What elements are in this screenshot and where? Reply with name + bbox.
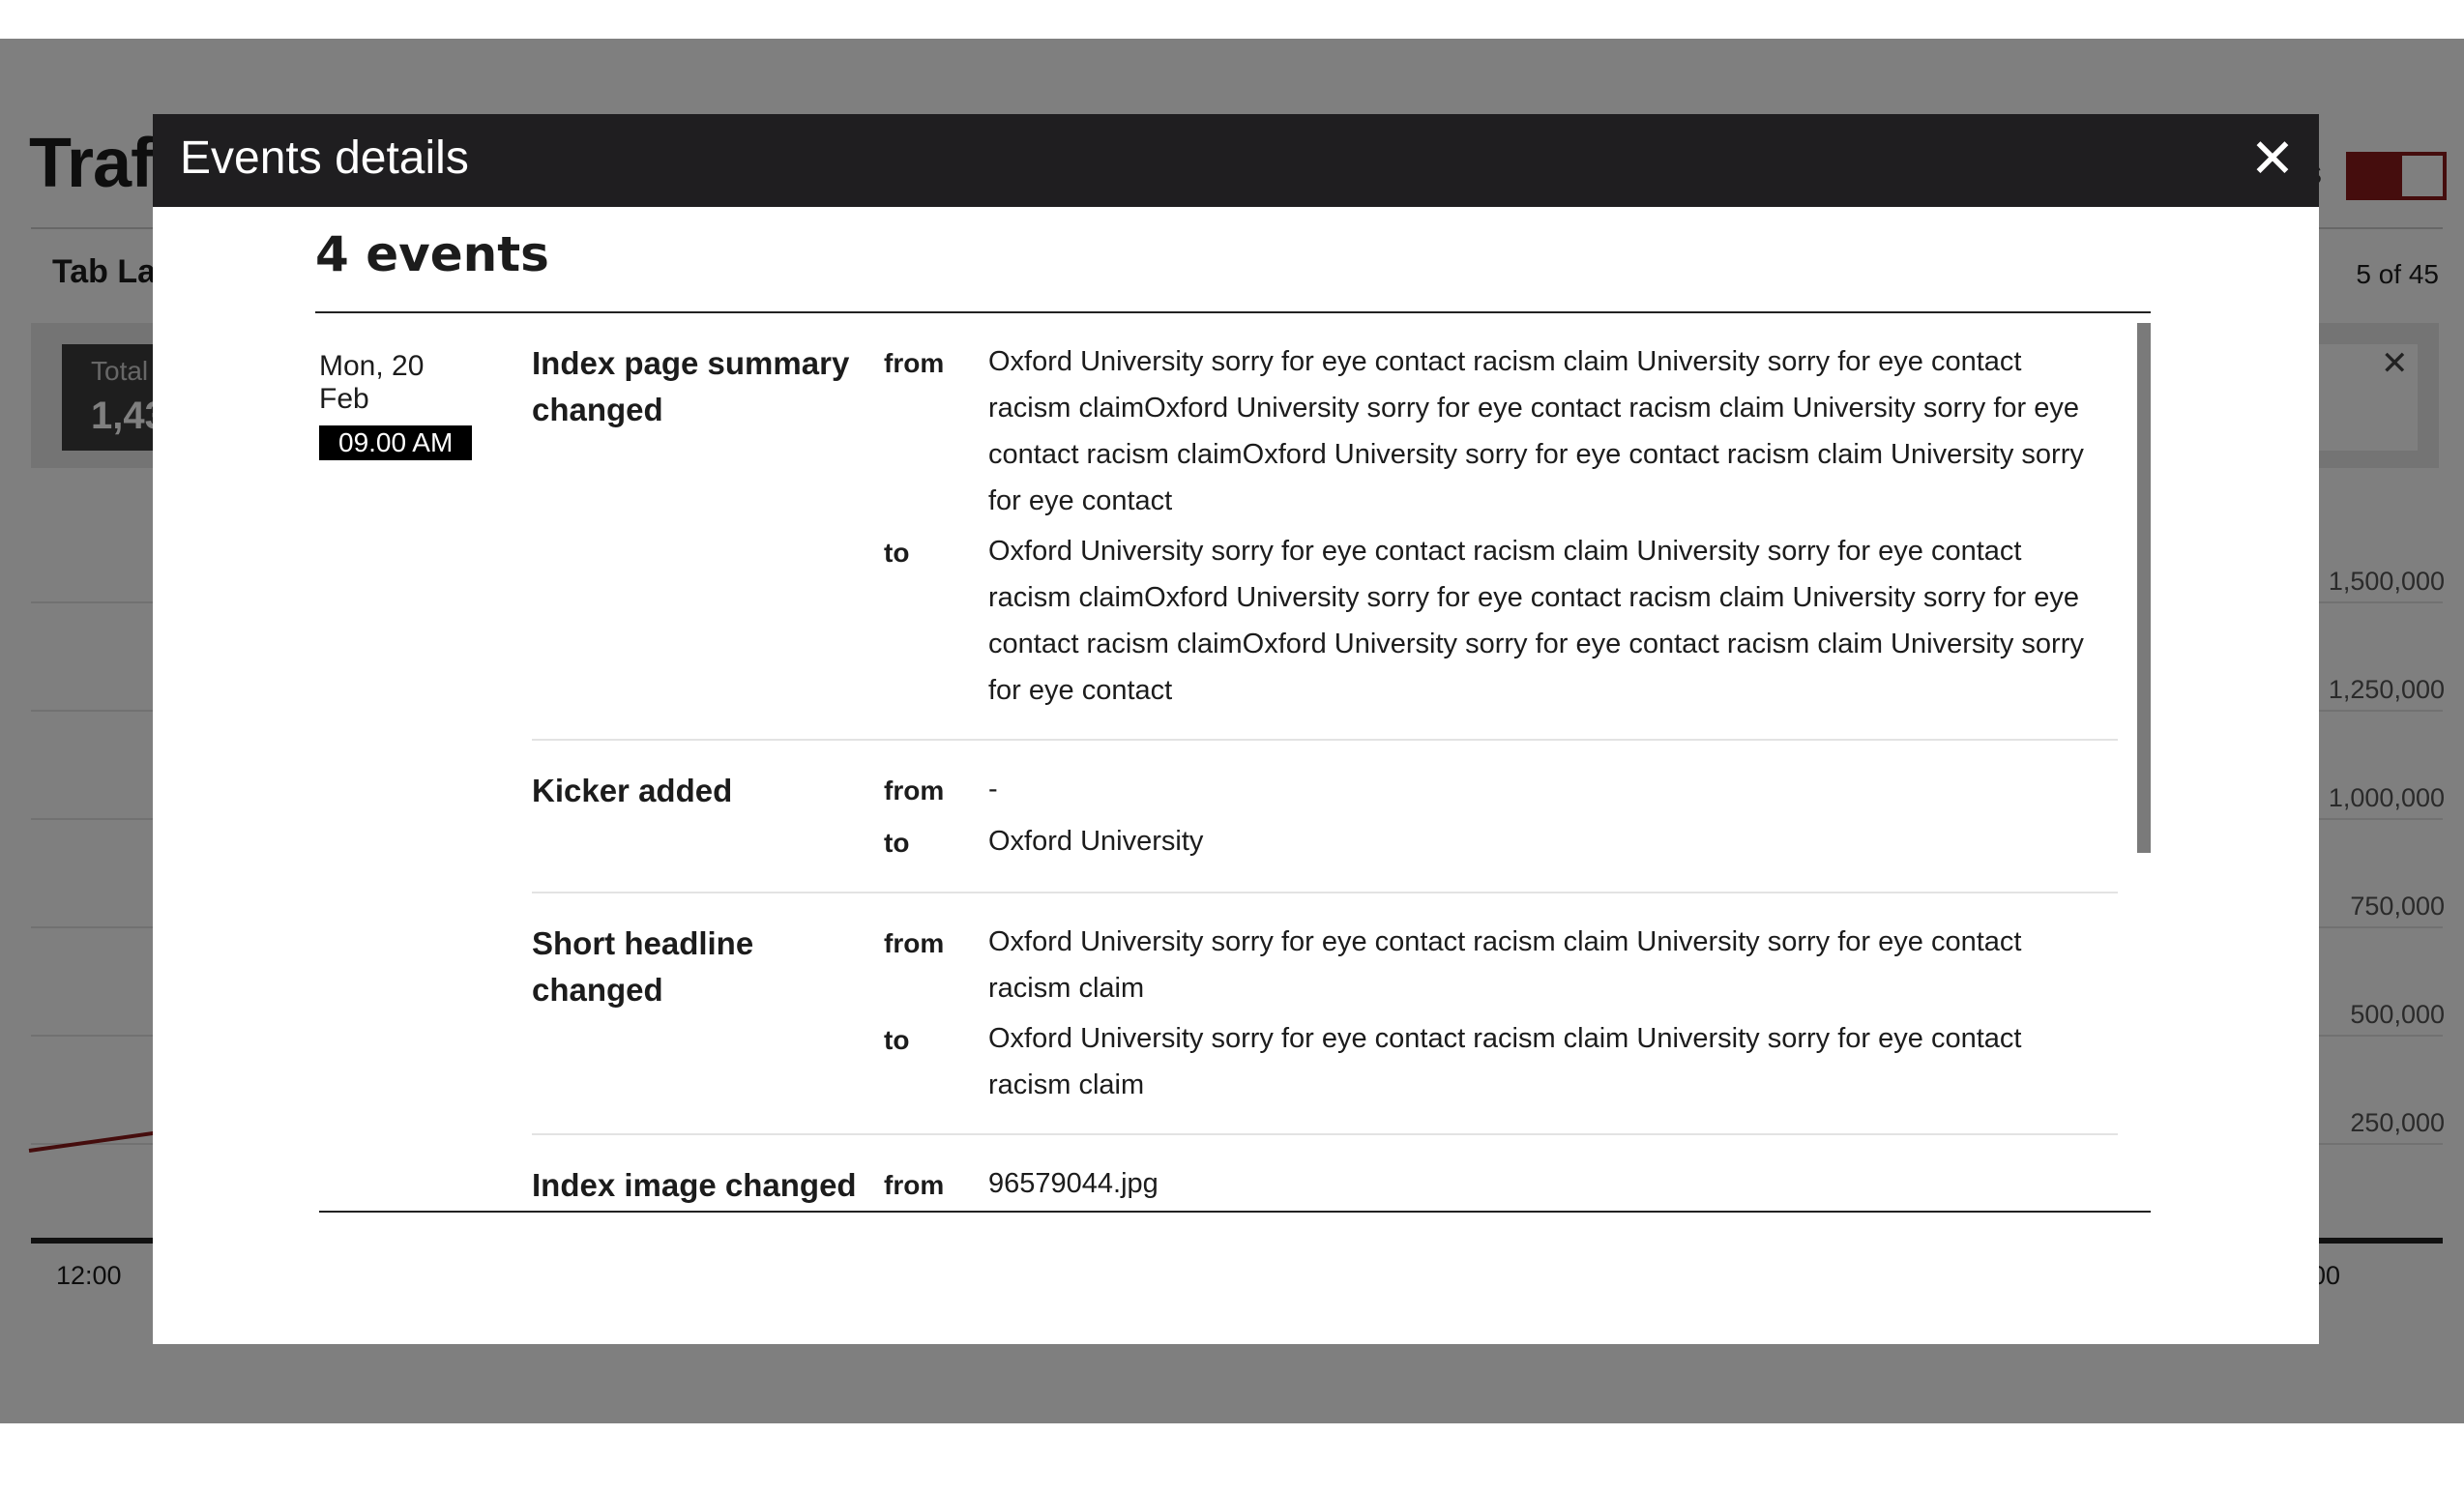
event-item: Index image changed from 96579044.jpg	[532, 1135, 2118, 1211]
from-value: -	[988, 774, 998, 805]
event-name: Index page summary changed	[532, 345, 850, 427]
to-label: to	[884, 1025, 910, 1055]
event-name: Kicker added	[532, 773, 733, 808]
from-value: 96579044.jpg	[988, 1168, 1159, 1199]
to-value: Oxford University sorry for eye contact …	[988, 536, 2084, 706]
event-date: Mon, 20 Feb	[319, 350, 425, 415]
from-label: from	[884, 776, 945, 805]
to-label: to	[884, 538, 910, 568]
event-time-badge: 09.00 AM	[319, 425, 473, 460]
change-to-row: to Oxford University	[884, 818, 2118, 866]
modal-title: Events details	[180, 132, 469, 184]
event-datetime: Mon, 20 Feb 09.00 AM	[319, 350, 474, 460]
events-count: 4 events	[315, 226, 549, 282]
change-from-row: from -	[884, 766, 2118, 814]
change-from-row: from Oxford University sorry for eye con…	[884, 338, 2118, 524]
from-label: from	[884, 348, 945, 378]
events-list: Index page summary changed from Oxford U…	[532, 313, 2118, 1211]
change-from-row: from Oxford University sorry for eye con…	[884, 919, 2118, 1011]
scrollbar-thumb[interactable]	[2137, 323, 2151, 853]
from-label: from	[884, 928, 945, 958]
change-to-row: to Oxford University sorry for eye conta…	[884, 528, 2118, 714]
event-item: Short headline changed from Oxford Unive…	[532, 893, 2118, 1135]
events-details-modal: Events details ✕ 4 events Mon, 20 Feb 09…	[153, 114, 2319, 1344]
to-label: to	[884, 828, 910, 858]
divider	[319, 1211, 2151, 1213]
from-value: Oxford University sorry for eye contact …	[988, 346, 2084, 516]
event-item: Kicker added from - to Oxford University	[532, 741, 2118, 893]
to-value: Oxford University	[988, 826, 1204, 857]
change-from-row: from 96579044.jpg	[884, 1160, 2118, 1209]
event-item: Index page summary changed from Oxford U…	[532, 313, 2118, 741]
event-name: Index image changed	[532, 1167, 857, 1203]
to-value: Oxford University sorry for eye contact …	[988, 1023, 2022, 1100]
event-name: Short headline changed	[532, 925, 754, 1008]
from-value: Oxford University sorry for eye contact …	[988, 926, 2022, 1004]
modal-header: Events details ✕	[153, 114, 2319, 207]
change-to-row: to Oxford University sorry for eye conta…	[884, 1015, 2118, 1108]
events-scroll-area[interactable]: Mon, 20 Feb 09.00 AM Index page summary …	[319, 313, 2151, 1211]
from-label: from	[884, 1170, 945, 1200]
close-icon[interactable]: ✕	[2242, 128, 2303, 190]
